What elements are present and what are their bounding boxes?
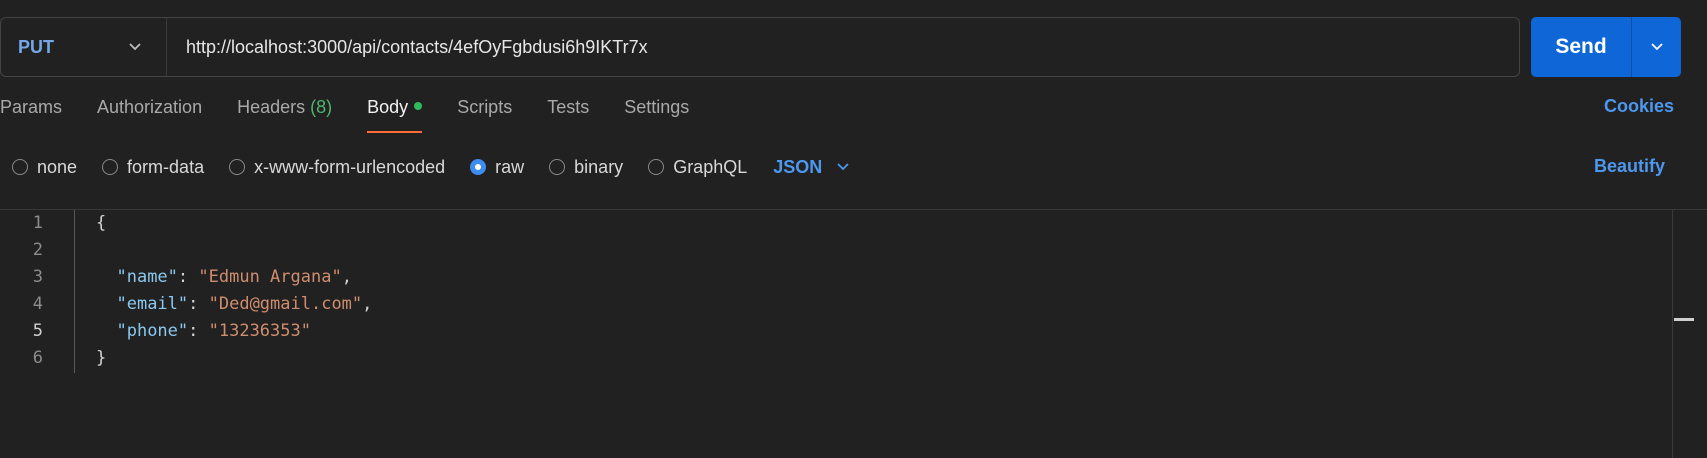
line-number: 4 (32, 294, 43, 314)
json-key: "name" (116, 267, 178, 287)
line-number: 6 (32, 348, 43, 368)
tab-params[interactable]: Params (0, 96, 62, 136)
format-label: JSON (773, 156, 823, 177)
radio-button-selected[interactable] (470, 159, 487, 175)
radio-button[interactable] (102, 159, 119, 175)
editor-scrollbar[interactable] (1672, 210, 1707, 458)
tab-label: Tests (547, 97, 590, 117)
radio-label: none (37, 156, 78, 177)
body-type-raw[interactable]: raw (470, 157, 524, 178)
radio-button[interactable] (229, 159, 246, 175)
tab-scripts[interactable]: Scripts (457, 96, 512, 136)
body-type-binary[interactable]: binary (549, 157, 623, 178)
code-editor[interactable]: 1 2 3 4 5 6 { "name": "Edmun Argana", "e… (0, 209, 1707, 458)
tab-headers[interactable]: Headers (8) (237, 96, 332, 136)
tab-label: Settings (624, 97, 690, 117)
line-number-gutter: 1 2 3 4 5 6 (0, 210, 75, 373)
chevron-down-icon (837, 163, 849, 171)
raw-format-select[interactable]: JSON (773, 157, 850, 178)
radio-label: raw (495, 156, 525, 177)
tab-label: Scripts (457, 97, 513, 117)
line-number: 3 (32, 267, 43, 287)
tab-body[interactable]: Body (367, 96, 423, 136)
chevron-down-icon (1650, 43, 1663, 51)
tab-label: Params (0, 97, 63, 117)
body-type-urlencoded[interactable]: x-www-form-urlencoded (229, 157, 445, 178)
tab-tests[interactable]: Tests (547, 96, 589, 136)
body-indicator-dot (414, 102, 423, 110)
json-comma: , (362, 294, 373, 314)
send-button-group: Send (1531, 17, 1681, 77)
code-line: { (96, 210, 106, 237)
url-input[interactable]: http://localhost:3000/api/contacts/4efOy… (167, 37, 648, 58)
tab-settings[interactable]: Settings (624, 96, 689, 136)
code-line: "phone": "13236353" (116, 321, 311, 341)
body-type-selector: none form-data x-www-form-urlencoded raw… (12, 155, 850, 179)
body-type-graphql[interactable]: GraphQL (648, 157, 747, 178)
json-value: "Edmun Argana" (198, 267, 342, 287)
headers-count: (8) (310, 97, 333, 117)
cookies-link[interactable]: Cookies (1604, 96, 1674, 117)
open-brace: { (96, 213, 107, 233)
line-number: 1 (32, 213, 43, 233)
method-label: PUT (18, 36, 54, 57)
radio-label: binary (574, 156, 624, 177)
request-tabs: Params Authorization Headers (8) Body Sc… (0, 96, 724, 140)
radio-button[interactable] (12, 159, 28, 175)
radio-button[interactable] (648, 159, 665, 175)
code-line: "name": "Edmun Argana", (116, 267, 352, 287)
send-button[interactable]: Send (1531, 17, 1632, 77)
tab-label: Body (367, 97, 409, 117)
request-bar: PUT http://localhost:3000/api/contacts/4… (0, 17, 1520, 77)
radio-button[interactable] (549, 159, 566, 175)
body-type-form-data[interactable]: form-data (102, 157, 204, 178)
json-comma: , (341, 267, 352, 287)
close-brace: } (96, 348, 107, 368)
beautify-button[interactable]: Beautify (1594, 156, 1665, 177)
radio-label: x-www-form-urlencoded (254, 156, 446, 177)
json-key: "phone" (116, 321, 189, 341)
code-line: "email": "Ded@gmail.com", (116, 294, 373, 314)
tab-label: Headers (237, 97, 306, 117)
line-number-current: 5 (32, 321, 43, 341)
json-value: "13236353" (208, 321, 311, 341)
tab-label: Authorization (97, 97, 203, 117)
line-number: 2 (32, 240, 43, 260)
body-type-none[interactable]: none (12, 157, 77, 178)
code-line: } (96, 345, 106, 372)
chevron-down-icon (129, 43, 141, 51)
method-select[interactable]: PUT (1, 18, 167, 76)
json-value: "Ded@gmail.com" (208, 294, 363, 314)
json-key: "email" (116, 294, 189, 314)
radio-label: form-data (127, 156, 205, 177)
tab-authorization[interactable]: Authorization (97, 96, 202, 136)
scroll-position-marker[interactable] (1674, 318, 1694, 321)
radio-label: GraphQL (673, 156, 748, 177)
send-options-button[interactable] (1632, 17, 1681, 77)
